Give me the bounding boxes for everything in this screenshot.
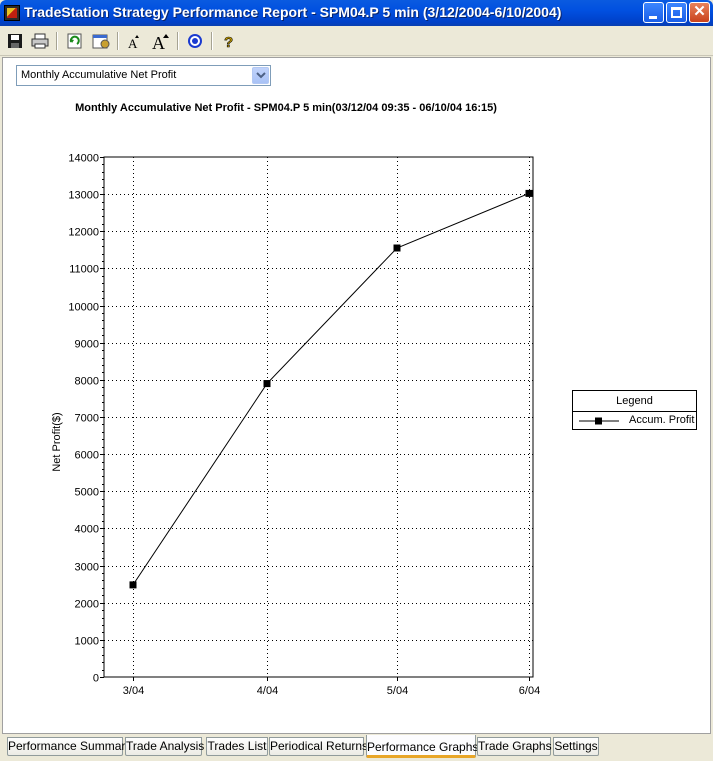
x-tick-label: 6/04 [519,685,540,697]
legend-title: Legend [616,395,653,407]
tab-trade-graphs[interactable]: Trade Graphs [477,737,552,756]
y-tick-label: 13000 [68,190,99,202]
legend-divider [573,411,696,412]
y-tick-label: 11000 [69,264,99,276]
close-button[interactable]: ✕ [689,2,710,23]
minimize-icon [649,16,657,19]
svg-text:A: A [152,33,165,51]
app-window: TradeStation Strategy Performance Report… [0,0,713,761]
minimize-button[interactable] [643,2,664,23]
refresh-icon [67,33,82,49]
toolbar-separator [177,32,179,50]
y-tick-label: 2000 [75,599,99,611]
maximize-button[interactable] [666,2,687,23]
settings-button[interactable] [90,31,112,51]
target-icon [188,34,202,48]
tab-trades-list[interactable]: Trades List [206,737,268,756]
toolbar-separator [117,32,119,50]
y-tick-label: 10000 [68,302,99,314]
print-button[interactable] [29,31,51,51]
x-tick-label: 3/04 [123,685,144,697]
y-tick-label: 4000 [75,524,99,536]
data-point-marker [129,581,137,589]
tab-trade-analysis[interactable]: Trade Analysis [125,737,204,756]
toolbar: A A ? [0,26,713,56]
save-button[interactable] [4,31,26,51]
data-point-marker [263,380,271,388]
target-button[interactable] [184,31,206,51]
tab-settings[interactable]: Settings [553,737,599,756]
y-tick-label: 3000 [75,562,99,574]
y-tick-label: 0 [93,673,99,685]
net-profit-chart: 0 1000 2000 3000 4000 5000 6000 7000 8000 9000 100… [51,153,540,698]
performance-graph-panel: Monthly Accumulative Net Profit Monthly … [2,57,711,734]
chart-legend: Legend Accum. Profit [572,390,697,430]
data-point-marker [393,244,401,252]
decrease-font-button[interactable]: A [124,31,146,51]
y-axis-label: Net Profit($) [51,412,63,471]
help-icon: ? [224,34,234,52]
report-tabs: Performance Summary Trade Analysis Trades … [0,734,713,761]
svg-text:A: A [128,36,138,51]
tab-periodical-returns[interactable]: Periodical Returns [269,737,368,756]
y-tick-label: 5000 [75,487,99,499]
save-icon [8,34,22,48]
close-icon: ✕ [693,3,706,20]
print-icon [31,33,49,49]
y-tick-label: 6000 [75,450,99,462]
decrease-font-icon: A [128,35,139,51]
y-tick-label: 9000 [75,339,99,351]
y-tick-label: 8000 [75,376,99,388]
legend-series-label: Accum. Profit [629,414,695,426]
x-tick-label: 4/04 [257,685,278,697]
maximize-icon [671,7,682,18]
toolbar-separator [211,32,213,50]
y-tick-label: 14000 [68,153,99,165]
legend-series-swatch [579,417,619,425]
tab-performance-summary[interactable]: Performance Summary [7,737,131,756]
refresh-button[interactable] [64,31,86,51]
window-title: TradeStation Strategy Performance Report… [24,4,562,20]
title-bar[interactable]: TradeStation Strategy Performance Report… [0,0,713,26]
x-tick-label: 5/04 [387,685,408,697]
svg-text:?: ? [224,34,233,51]
data-point-marker [525,189,533,197]
y-tick-label: 12000 [68,227,99,239]
increase-font-icon: A [152,33,169,53]
y-tick-label: 7000 [75,413,99,425]
increase-font-button[interactable]: A [150,31,172,53]
tradestation-app-icon[interactable] [4,5,20,21]
y-tick-label: 1000 [75,636,99,648]
tab-performance-graphs[interactable]: Performance Graphs [366,735,478,758]
settings-icon [92,34,110,49]
help-button[interactable]: ? [218,31,240,52]
toolbar-separator [56,32,58,50]
